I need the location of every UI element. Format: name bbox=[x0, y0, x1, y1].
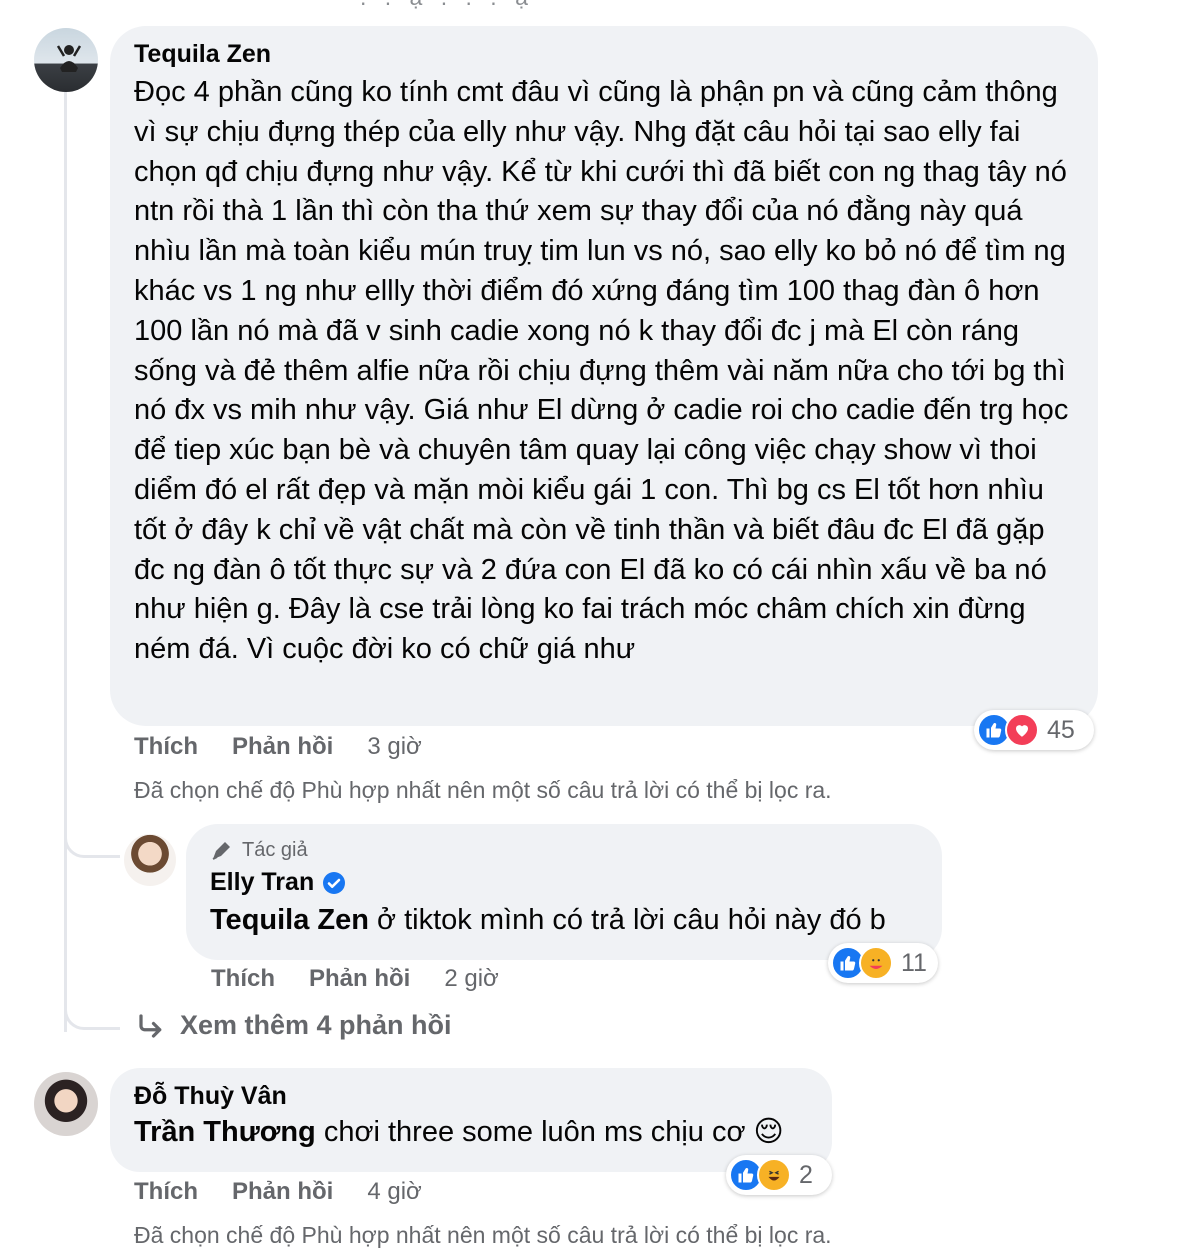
comment-actions: Thích Phản hồi 4 giờ bbox=[134, 1178, 422, 1206]
tagged-user[interactable]: Tequila Zen bbox=[210, 904, 369, 936]
reply-message: ở tiktok mình có trả lời câu hỏi này đó … bbox=[368, 904, 886, 936]
care-icon bbox=[859, 946, 893, 980]
avatar-silhouette-icon bbox=[56, 45, 82, 72]
like-button[interactable]: Thích bbox=[134, 1178, 198, 1206]
avatar[interactable] bbox=[124, 834, 176, 886]
reaction-summary[interactable]: 11 bbox=[828, 943, 938, 983]
thread-line bbox=[64, 92, 67, 1032]
pen-icon bbox=[212, 842, 230, 860]
reply-bubble: Tác giả Elly Tran Tequila Zen ở tiktok m… bbox=[186, 824, 942, 960]
author-badge: Tác giả bbox=[210, 838, 918, 862]
comment-bubble: Tequila Zen Đọc 4 phần cũng ko tính cmt … bbox=[110, 26, 1098, 726]
timestamp[interactable]: 4 giờ bbox=[367, 1178, 421, 1206]
reaction-count: 11 bbox=[901, 948, 927, 977]
thread-branch-more bbox=[64, 990, 120, 1030]
tagged-user[interactable]: Trần Thương bbox=[134, 1116, 316, 1148]
comment-bubble: Đỗ Thuỳ Vân Trần Thương chơi three some … bbox=[110, 1068, 832, 1172]
reaction-count: 45 bbox=[1047, 715, 1075, 744]
comment-message: chơi three some luôn ms chịu cơ bbox=[315, 1116, 754, 1148]
reply-button[interactable]: Phản hồi bbox=[232, 733, 333, 761]
reply-text: Tequila Zen ở tiktok mình có trả lời câu… bbox=[210, 901, 918, 941]
reaction-summary[interactable]: 2 bbox=[726, 1155, 832, 1195]
author-badge-label: Tác giả bbox=[242, 838, 308, 861]
relieved-emoji: 😌 bbox=[753, 1116, 784, 1148]
reaction-count: 2 bbox=[799, 1160, 813, 1189]
timestamp[interactable]: 3 giờ bbox=[367, 733, 421, 761]
reply-button[interactable]: Phản hồi bbox=[309, 965, 410, 993]
avatar[interactable] bbox=[34, 1072, 98, 1136]
comment-actions: Thích Phản hồi 3 giờ bbox=[134, 733, 422, 761]
haha-icon bbox=[757, 1158, 791, 1192]
like-button[interactable]: Thích bbox=[211, 965, 275, 993]
comment-text: Đọc 4 phần cũng ko tính cmt đâu vì cũng … bbox=[134, 76, 1069, 666]
love-icon bbox=[1005, 713, 1039, 747]
view-more-replies-label: Xem thêm 4 phản hồi bbox=[180, 1010, 452, 1040]
thread-branch bbox=[64, 820, 120, 858]
timestamp[interactable]: 2 giờ bbox=[444, 965, 498, 993]
reaction-summary[interactable]: 45 bbox=[974, 710, 1094, 750]
like-button[interactable]: Thích bbox=[134, 733, 198, 761]
reply-arrow-icon bbox=[139, 1013, 162, 1038]
comment-author[interactable]: Elly Tran bbox=[210, 868, 314, 897]
verified-badge-icon bbox=[323, 871, 346, 894]
cut-off-text: . . ạ . . . ạ bbox=[360, 0, 534, 11]
reply-actions: Thích Phản hồi 2 giờ bbox=[211, 965, 499, 993]
avatar[interactable] bbox=[34, 28, 98, 92]
comment-author[interactable]: Đỗ Thuỳ Vân bbox=[134, 1082, 808, 1111]
comment-text: Trần Thương chơi three some luôn ms chịu… bbox=[134, 1113, 808, 1153]
reply-button[interactable]: Phản hồi bbox=[232, 1178, 333, 1206]
filter-note: Đã chọn chế độ Phù hợp nhất nên một số c… bbox=[134, 777, 832, 803]
view-more-replies[interactable]: Xem thêm 4 phản hồi bbox=[136, 1010, 452, 1041]
comment-author[interactable]: Tequila Zen bbox=[134, 40, 1074, 69]
filter-note: Đã chọn chế độ Phù hợp nhất nên một số c… bbox=[134, 1222, 832, 1248]
